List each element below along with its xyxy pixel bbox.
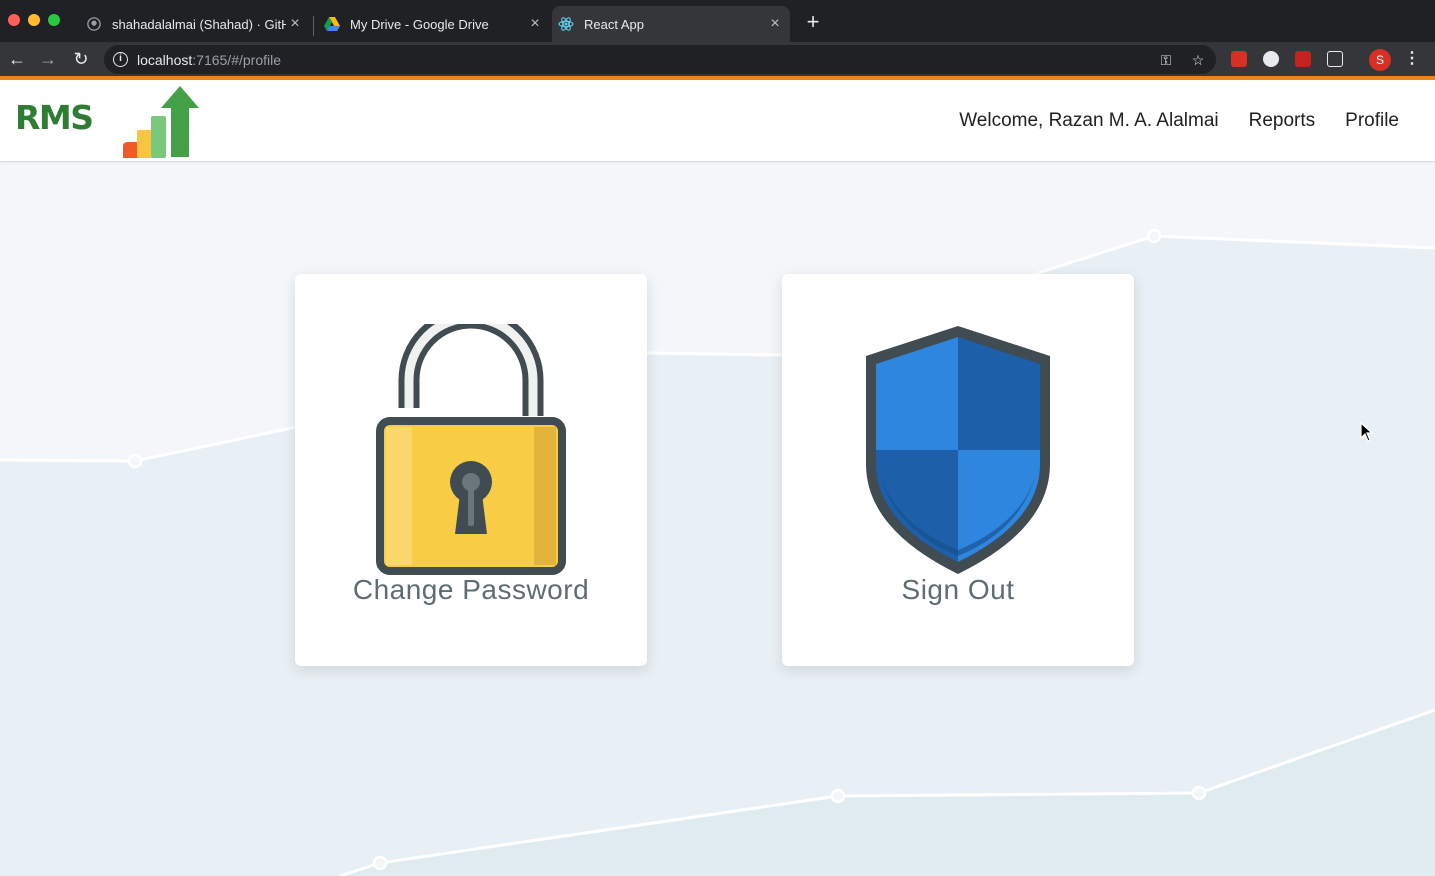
shield-icon	[866, 326, 1050, 574]
sign-out-card[interactable]: Sign Out	[782, 274, 1134, 666]
back-arrow-icon[interactable]: ←	[6, 48, 28, 70]
key-icon[interactable]: ⚿	[1158, 52, 1174, 68]
nav-link-reports[interactable]: Reports	[1249, 110, 1316, 132]
profile-avatar[interactable]: S	[1369, 49, 1391, 71]
tab-title: shahadalalmai (Shahad) · GitH	[112, 16, 286, 32]
browser-tab-google-drive[interactable]: My Drive - Google Drive ×	[318, 6, 550, 42]
nav-link-profile[interactable]: Profile	[1345, 110, 1399, 132]
extension-icon[interactable]	[1263, 51, 1279, 67]
site-info-icon[interactable]: i	[113, 52, 128, 67]
close-tab-icon[interactable]: ×	[766, 15, 784, 33]
extension-icon[interactable]	[1295, 51, 1311, 67]
tab-separator	[313, 16, 314, 36]
forward-arrow-icon[interactable]: →	[37, 48, 59, 70]
browser-tab-github[interactable]: shahadalalmai (Shahad) · GitH ×	[80, 6, 310, 42]
browser-tab-react-app[interactable]: React App ×	[552, 6, 790, 42]
github-icon	[86, 16, 102, 32]
window-minimize-button[interactable]	[28, 14, 40, 26]
mouse-cursor-icon	[1360, 422, 1374, 442]
new-tab-button[interactable]: +	[802, 11, 824, 34]
change-password-label: Change Password	[352, 574, 590, 605]
window-maximize-button[interactable]	[48, 14, 60, 26]
rms-logo-text[interactable]: RMS	[15, 98, 94, 137]
growth-chart-logo-icon[interactable]	[122, 86, 200, 158]
url-host: localhost	[137, 52, 193, 68]
url-path: :7165/#/profile	[192, 52, 281, 68]
address-bar[interactable]: i localhost:7165/#/profile ⚿ ☆	[104, 45, 1216, 74]
welcome-text: Welcome, Razan M. A. Alalmai	[959, 110, 1219, 131]
change-password-card[interactable]: Change Password	[295, 274, 647, 666]
app-navbar: RMS Welcome, Razan M. A. Alalmai Reports…	[0, 80, 1435, 162]
bookmark-star-icon[interactable]: ☆	[1190, 52, 1206, 68]
extension-icon[interactable]	[1327, 51, 1343, 67]
close-tab-icon[interactable]: ×	[286, 15, 304, 33]
window-close-button[interactable]	[8, 14, 20, 26]
extension-icon[interactable]	[1231, 51, 1247, 67]
sign-out-label: Sign Out	[901, 574, 1015, 605]
nav-links: Welcome, Razan M. A. Alalmai Reports Pro…	[959, 110, 1399, 132]
google-drive-icon	[324, 16, 340, 32]
url-text[interactable]: localhost:7165/#/profile	[137, 52, 281, 68]
padlock-icon	[376, 324, 566, 575]
browser-menu-icon[interactable]: ⋮	[1404, 48, 1420, 70]
app-page: RMS Welcome, Razan M. A. Alalmai Reports…	[0, 80, 1435, 876]
browser-toolbar: ← → ↻ i localhost:7165/#/profile ⚿ ☆ S ⋮	[0, 42, 1435, 76]
react-icon	[558, 16, 574, 32]
browser-tab-bar: shahadalalmai (Shahad) · GitH × My Drive…	[0, 0, 1435, 42]
tab-title: My Drive - Google Drive	[350, 16, 489, 32]
reload-icon[interactable]: ↻	[70, 48, 92, 70]
background-line-graphic	[0, 228, 1435, 876]
close-tab-icon[interactable]: ×	[526, 15, 544, 33]
tab-title: React App	[584, 16, 644, 32]
